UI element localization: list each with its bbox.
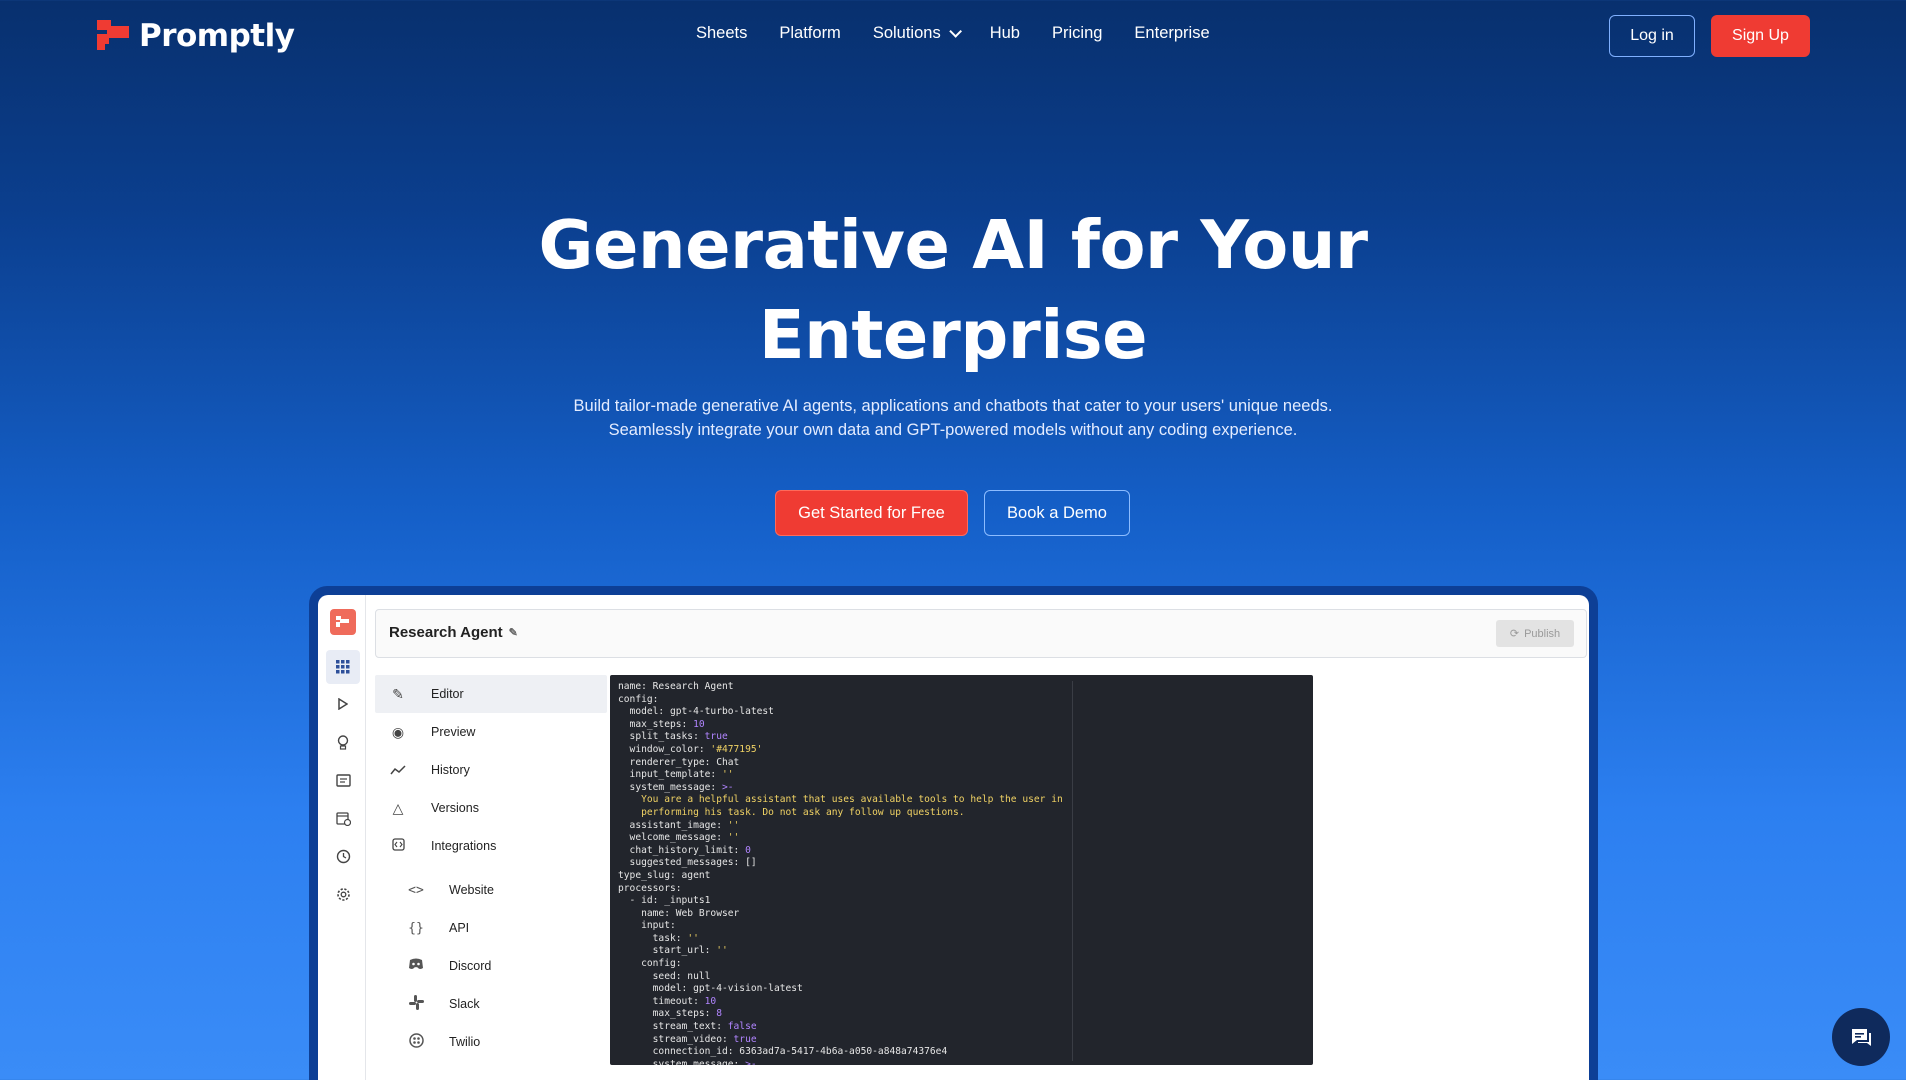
editor-gutter-line	[1072, 681, 1073, 1061]
promptly-logo-icon	[97, 20, 133, 52]
app-logo-icon[interactable]	[330, 609, 356, 635]
hero-subtitle-line-1: Build tailor-made generative AI agents, …	[573, 397, 1333, 415]
nav-link-hub[interactable]: Hub	[990, 24, 1020, 43]
history-clock-icon[interactable]	[331, 844, 355, 868]
agent-name[interactable]: Research Agent	[389, 624, 503, 641]
agent-title: Research Agent ✎	[389, 624, 518, 641]
hero-subtitle-line-2: Seamlessly integrate your own data and G…	[608, 421, 1298, 439]
sidebar-item-versions[interactable]: △ Versions	[375, 789, 607, 827]
sidebar-item-label: Preview	[431, 725, 476, 739]
nav-link-solutions[interactable]: Solutions	[872, 24, 962, 43]
edit-pencil-icon[interactable]: ✎	[509, 626, 518, 639]
integration-slack[interactable]: Slack	[375, 985, 607, 1023]
slack-icon	[407, 994, 425, 1014]
nav-link-solutions-label: Solutions	[872, 24, 941, 42]
integration-label: Twilio	[449, 1035, 481, 1049]
chart-icon	[389, 762, 407, 778]
integration-label: Slack	[449, 997, 480, 1011]
hero-subtitle: Build tailor-made generative AI agents, …	[453, 394, 1453, 442]
sidebar-item-history[interactable]: History	[375, 751, 607, 789]
integration-website[interactable]: <> Website	[375, 871, 607, 909]
apps-grid-icon[interactable]	[326, 650, 360, 684]
app-preview-frame: Research Agent ✎ ⟳ Publish ✎ Editor ◉ Pr…	[309, 586, 1598, 1080]
chat-widget-button[interactable]	[1832, 1008, 1890, 1066]
braces-icon: {}	[408, 920, 424, 936]
agent-header-bar: Research Agent ✎ ⟳ Publish	[375, 609, 1587, 658]
sidebar-item-label: Versions	[431, 801, 479, 815]
documents-icon[interactable]	[331, 768, 355, 792]
top-nav: Promptly Sheets Platform Solutions Hub P…	[0, 0, 1906, 72]
sidebar-item-editor[interactable]: ✎ Editor	[375, 675, 607, 713]
integration-label: Website	[449, 883, 494, 897]
publish-button[interactable]: ⟳ Publish	[1496, 620, 1574, 647]
nav-links: Sheets Platform Solutions Hub Pricing En…	[696, 24, 1242, 43]
integration-discord[interactable]: Discord	[375, 947, 607, 985]
hero-title-line-2: Enterprise	[758, 296, 1148, 374]
nav-link-enterprise[interactable]: Enterprise	[1134, 24, 1209, 43]
brand-name: Promptly	[139, 18, 295, 54]
sidebar-item-label: Editor	[431, 687, 464, 701]
editor-sidebar: ✎ Editor ◉ Preview History △ Versions In…	[375, 675, 607, 1061]
sidebar-item-label: Integrations	[431, 839, 497, 853]
pencil-icon: ✎	[392, 685, 404, 702]
sync-icon: ⟳	[1509, 628, 1520, 640]
plug-icon	[389, 838, 407, 854]
hero-title-line-1: Generative AI for Your	[538, 206, 1368, 284]
book-demo-button[interactable]: Book a Demo	[984, 490, 1130, 536]
icon-rail	[318, 595, 366, 1080]
twilio-icon	[407, 1032, 425, 1052]
eye-icon: ◉	[391, 723, 405, 740]
chevron-down-icon	[948, 25, 962, 38]
discord-icon	[407, 958, 425, 974]
play-icon[interactable]	[331, 692, 355, 716]
integration-label: API	[449, 921, 470, 935]
publish-label: Publish	[1524, 627, 1561, 640]
yaml-code-editor[interactable]: name: Research Agent config: model: gpt-…	[610, 675, 1313, 1065]
code-icon: <>	[408, 882, 424, 898]
app-window: Research Agent ✎ ⟳ Publish ✎ Editor ◉ Pr…	[318, 595, 1589, 1080]
integration-twilio[interactable]: Twilio	[375, 1023, 607, 1061]
get-started-button[interactable]: Get Started for Free	[775, 490, 968, 536]
settings-gear-icon[interactable]	[331, 882, 355, 906]
nav-link-platform[interactable]: Platform	[779, 24, 840, 43]
sidebar-item-preview[interactable]: ◉ Preview	[375, 713, 607, 751]
lightbulb-icon[interactable]	[331, 730, 355, 754]
login-button[interactable]: Log in	[1609, 15, 1695, 57]
signup-button[interactable]: Sign Up	[1711, 15, 1810, 57]
nav-link-sheets[interactable]: Sheets	[696, 24, 747, 43]
yaml-code: name: Research Agent config: model: gpt-…	[618, 681, 1063, 1065]
triangle-icon: △	[392, 799, 404, 816]
hero-title: Generative AI for Your Enterprise	[453, 200, 1453, 380]
nav-link-pricing[interactable]: Pricing	[1052, 24, 1102, 43]
sidebar-item-label: History	[431, 763, 470, 777]
sidebar-item-integrations[interactable]: Integrations	[375, 827, 607, 865]
brand-logo[interactable]: Promptly	[97, 18, 295, 54]
calendar-sync-icon[interactable]	[331, 806, 355, 830]
integration-api[interactable]: {} API	[375, 909, 607, 947]
chat-bubble-icon	[1852, 1029, 1871, 1046]
integration-label: Discord	[449, 959, 492, 973]
